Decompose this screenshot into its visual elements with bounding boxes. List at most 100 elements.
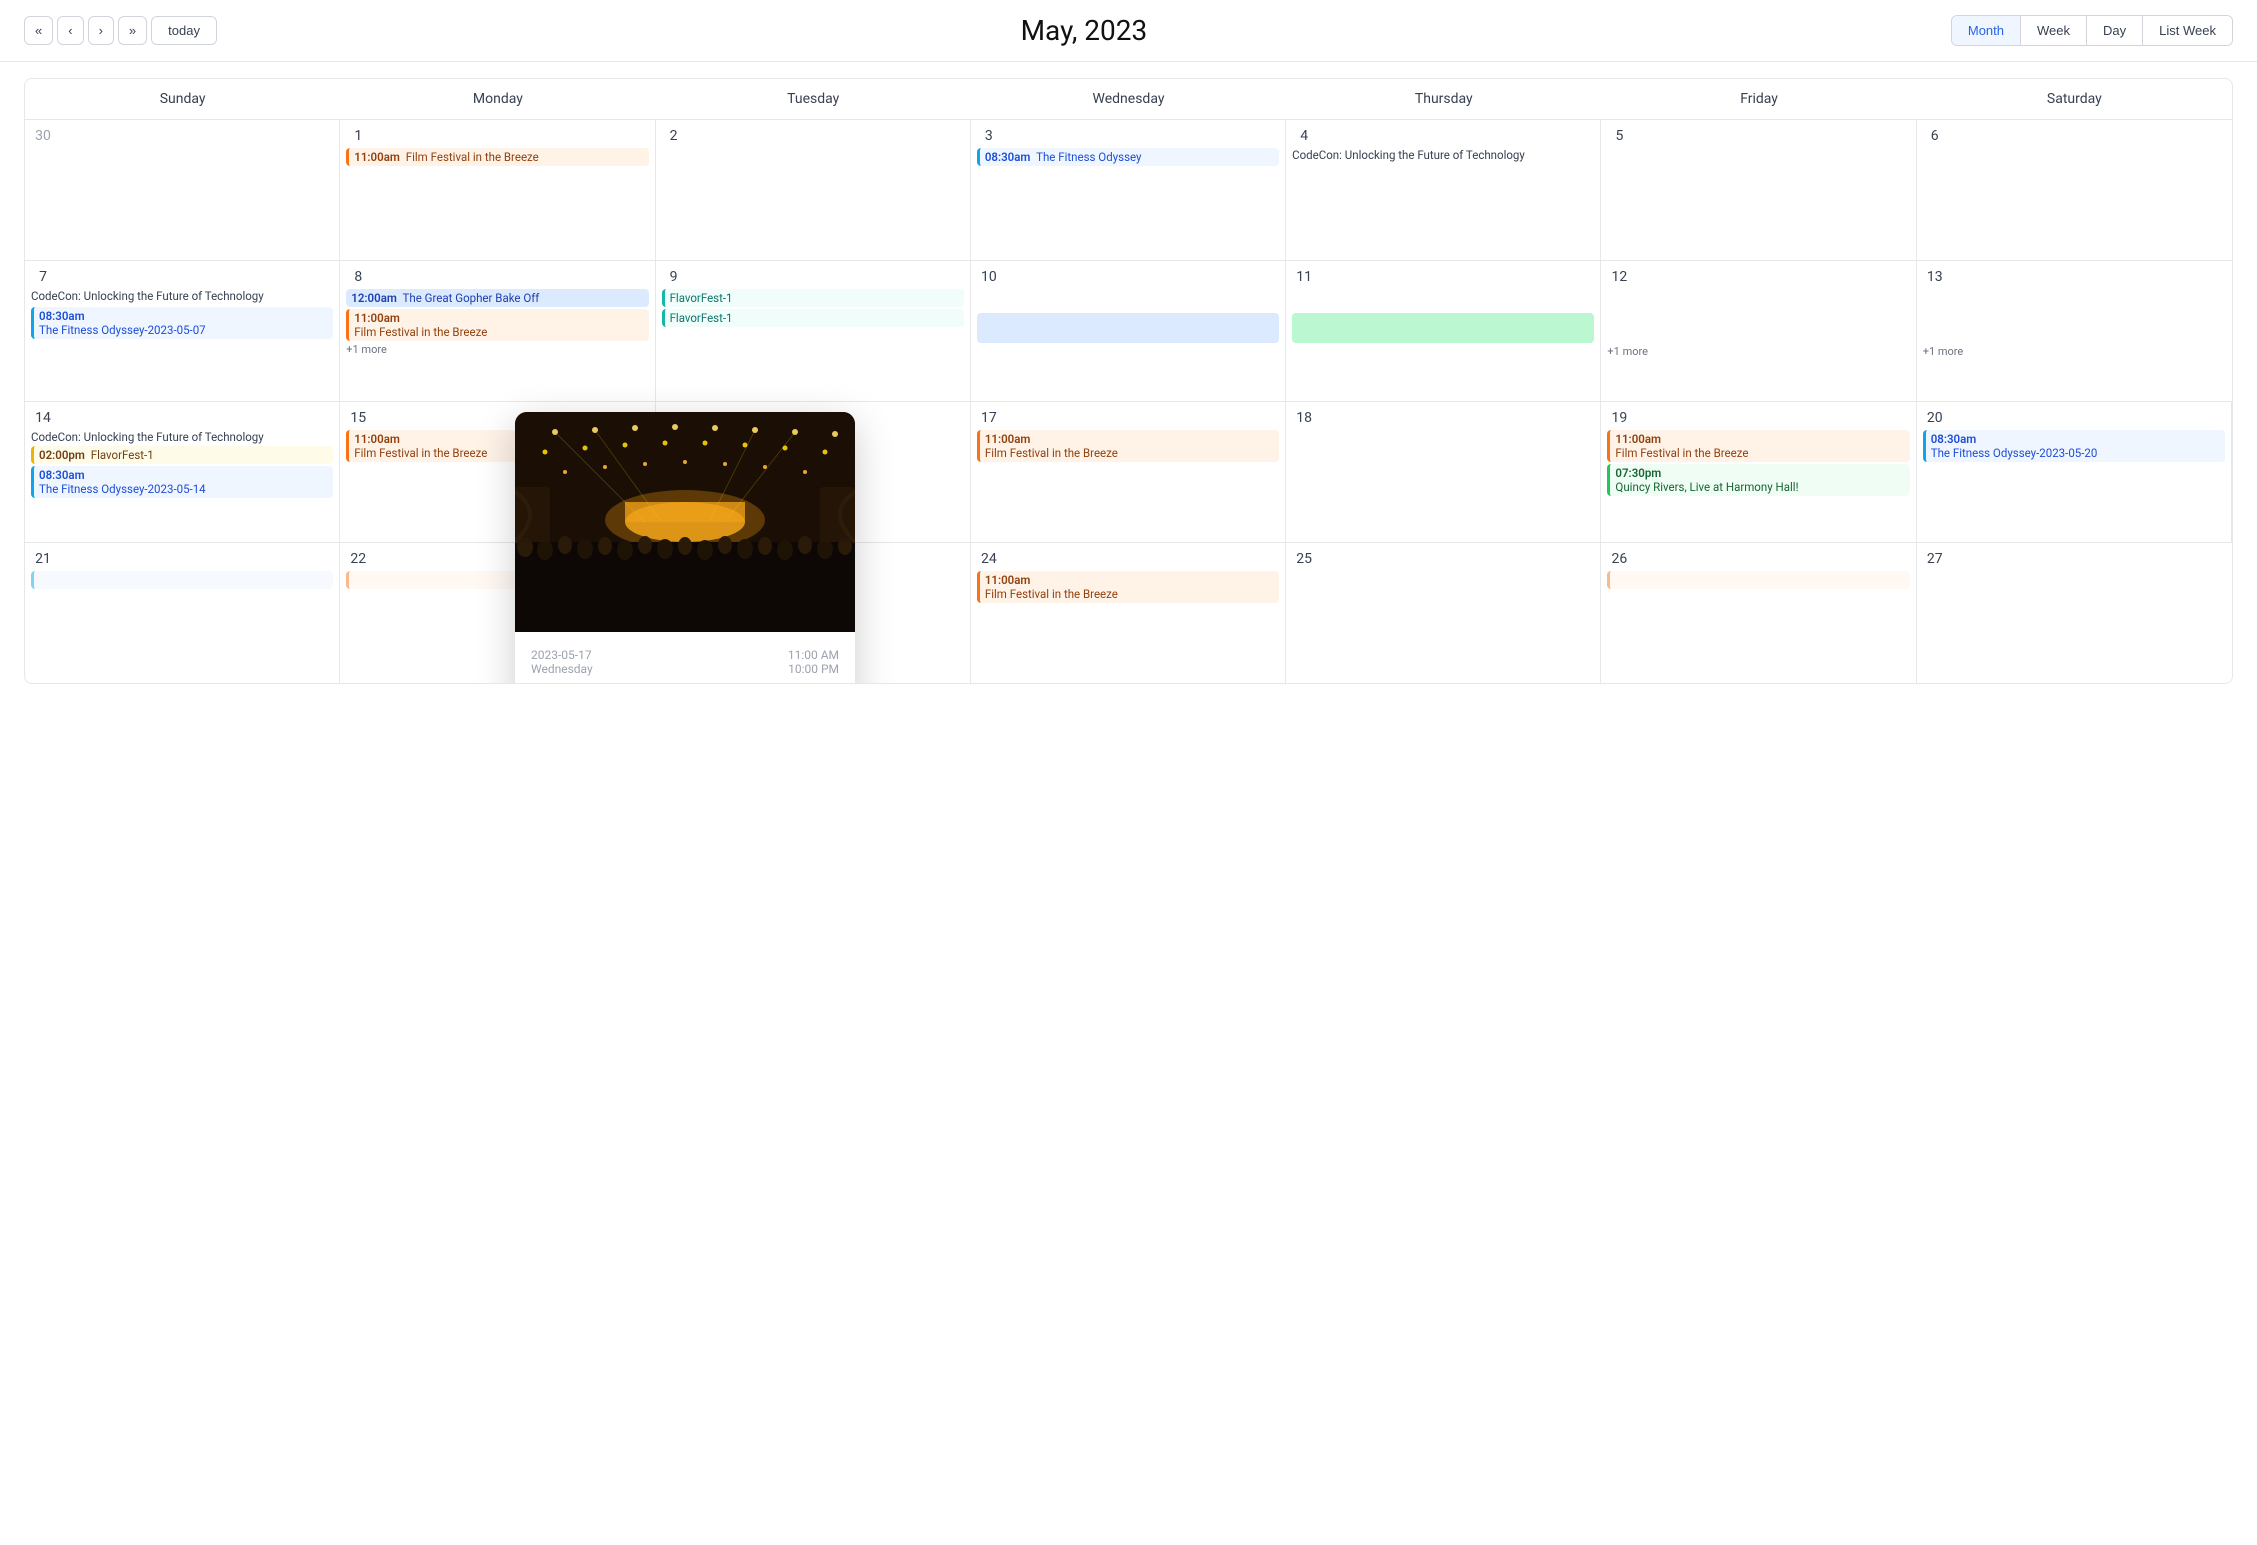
prev-button[interactable]: ‹ [57,16,83,45]
day-num: 11 [1292,269,1316,285]
last-next-button[interactable]: » [118,16,147,45]
more-link-may8[interactable]: +1 more [346,343,648,356]
event-partial-may26[interactable] [1607,571,1909,589]
view-day-button[interactable]: Day [2087,16,2143,45]
day-num: 17 [977,410,1001,426]
day-cell-may2: 2 [656,120,971,260]
next-button[interactable]: › [88,16,114,45]
span-event-blue-may10 [977,313,1279,343]
week-row-4: 21 22 23 24 11:00am Film Festival in the… [25,543,2232,683]
header-sunday: Sunday [25,79,340,119]
day-num: 24 [977,551,1001,567]
day-cell-may20: 20 08:30am The Fitness Odyssey-2023-05-2… [1917,402,2232,542]
popup-start-time: 11:00 AM [788,648,839,662]
event-flavorfest-may9-1[interactable]: FlavorFest-1 [662,289,964,307]
event-flavorfest-may9-2[interactable]: FlavorFest-1 [662,309,964,327]
event-gopher-may8[interactable]: 12:00am The Great Gopher Bake Off [346,289,648,307]
day-cell-may24: 24 11:00am Film Festival in the Breeze [971,543,1286,683]
day-num: 25 [1292,551,1316,567]
event-fitness-may7[interactable]: 08:30am The Fitness Odyssey-2023-05-07 [31,307,333,339]
popup-meta: 2023-05-17 Wednesday 11:00 AM 10:00 PM [531,648,839,676]
concert-hall-svg [515,412,855,632]
span-event-green-may11 [1292,313,1594,343]
day-cell-may25: 25 [1286,543,1601,683]
day-cell-may9: 9 FlavorFest-1 FlavorFest-1 [656,261,971,401]
week-row-1: 30 1 11:00am Film Festival in the Breeze… [25,120,2232,261]
day-num: 18 [1292,410,1316,426]
day-cell-may11: 11 [1286,261,1601,401]
event-film-festival-may8[interactable]: 11:00am Film Festival in the Breeze [346,309,648,341]
header-saturday: Saturday [1917,79,2232,119]
day-cell-may3: 3 08:30am The Fitness Odyssey [971,120,1286,260]
event-codecon-may14[interactable]: CodeCon: Unlocking the Future of Technol… [31,430,333,444]
day-num: 1 [346,128,370,144]
day-num: 6 [1923,128,1947,144]
event-codecon-may7[interactable]: CodeCon: Unlocking the Future of Technol… [31,289,333,303]
day-cell-may26: 26 [1601,543,1916,683]
day-num: 4 [1292,128,1316,144]
week-row-3: 14 CodeCon: Unlocking the Future of Tech… [25,402,2232,543]
day-num: 21 [31,551,55,567]
day-num: 22 [346,551,370,567]
event-film-festival-may24[interactable]: 11:00am Film Festival in the Breeze [977,571,1279,603]
more-link-may12[interactable]: +1 more [1607,345,1909,358]
day-cell-may7: 7 CodeCon: Unlocking the Future of Techn… [25,261,340,401]
day-cell-may18: 18 [1286,402,1601,542]
day-cell-may17: 17 11:00am Film Festival in the Breeze [971,402,1286,542]
day-cell-may12: 12 +1 more [1601,261,1916,401]
day-num: 27 [1923,551,1947,567]
popup-body: 2023-05-17 Wednesday 11:00 AM 10:00 PM F… [515,632,855,684]
event-flavorfest-may14[interactable]: 02:00pm FlavorFest-1 [31,446,333,464]
popup-image [515,412,855,632]
header-monday: Monday [340,79,655,119]
day-num: 5 [1607,128,1631,144]
event-popup: 2023-05-17 Wednesday 11:00 AM 10:00 PM F… [515,412,855,684]
event-film-festival-may1[interactable]: 11:00am Film Festival in the Breeze [346,148,648,166]
day-cell-may6: 6 [1917,120,2232,260]
popup-date: 2023-05-17 [531,648,593,662]
day-num: 3 [977,128,1001,144]
event-fitness-may14[interactable]: 08:30am The Fitness Odyssey-2023-05-14 [31,466,333,498]
day-num: 2 [662,128,686,144]
day-num: 20 [1923,410,1947,426]
header-friday: Friday [1601,79,1916,119]
event-film-festival-may17[interactable]: 11:00am Film Festival in the Breeze [977,430,1279,462]
day-cell-may21: 21 [25,543,340,683]
day-num: 13 [1923,269,1947,285]
day-cell-may8: 8 12:00am The Great Gopher Bake Off 11:0… [340,261,655,401]
day-num: 9 [662,269,686,285]
header-tuesday: Tuesday [656,79,971,119]
event-fitness-may20[interactable]: 08:30am The Fitness Odyssey-2023-05-20 [1923,430,2225,462]
day-cell-may4: 4 CodeCon: Unlocking the Future of Techn… [1286,120,1601,260]
calendar-grid: Sunday Monday Tuesday Wednesday Thursday… [24,78,2233,684]
popup-end-time: 10:00 PM [788,662,839,676]
day-cell-may13: 13 +1 more [1917,261,2232,401]
day-cell-may19: 19 11:00am Film Festival in the Breeze 0… [1601,402,1916,542]
event-partial-may21[interactable] [31,571,333,589]
header-thursday: Thursday [1286,79,1601,119]
event-quincy-may19[interactable]: 07:30pm Quincy Rivers, Live at Harmony H… [1607,464,1909,496]
event-film-festival-may19[interactable]: 11:00am Film Festival in the Breeze [1607,430,1909,462]
header-wednesday: Wednesday [971,79,1286,119]
day-cell-may1: 1 11:00am Film Festival in the Breeze [340,120,655,260]
day-num: 30 [31,128,55,144]
day-cell-may10: 10 [971,261,1286,401]
day-cell-may27: 27 [1917,543,2232,683]
today-button[interactable]: today [151,16,217,45]
popup-day: Wednesday [531,662,593,676]
view-week-button[interactable]: Week [2021,16,2087,45]
navigation-group: « ‹ › » today [24,16,217,45]
more-link-may13[interactable]: +1 more [1923,345,2226,358]
day-num: 8 [346,269,370,285]
day-cell-may5: 5 [1601,120,1916,260]
day-num: 7 [31,269,55,285]
view-month-button[interactable]: Month [1952,16,2021,45]
first-prev-button[interactable]: « [24,16,53,45]
week-row-2: 7 CodeCon: Unlocking the Future of Techn… [25,261,2232,402]
view-listweek-button[interactable]: List Week [2143,16,2232,45]
event-fitness-may3[interactable]: 08:30am The Fitness Odyssey [977,148,1279,166]
view-switcher: Month Week Day List Week [1951,15,2233,46]
day-num: 15 [346,410,370,426]
event-codecon-may4[interactable]: CodeCon: Unlocking the Future of Technol… [1292,148,1594,162]
day-num: 12 [1607,269,1631,285]
